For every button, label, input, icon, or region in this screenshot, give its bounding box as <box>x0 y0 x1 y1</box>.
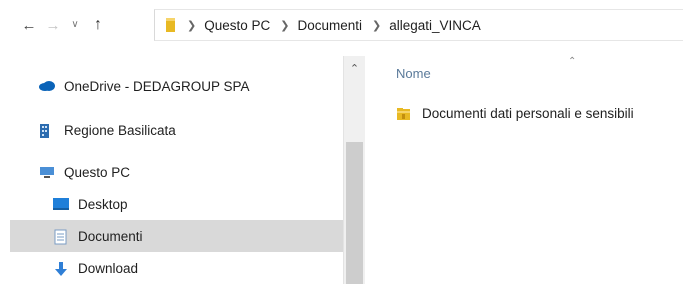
up-arrow-icon[interactable]: ↑ <box>88 14 108 36</box>
sidebar-item-label: Regione Basilicata <box>64 122 176 138</box>
folder-icon <box>165 16 177 34</box>
breadcrumb-questo-pc[interactable]: Questo PC <box>204 18 270 33</box>
chevron-right-icon: ❯ <box>372 19 382 32</box>
locked-folder-icon <box>396 106 412 120</box>
navigation-pane: OneDrive - DEDAGROUP SPA Regione Basilic… <box>0 56 343 284</box>
download-arrow-icon <box>52 261 70 276</box>
sort-ascending-icon: ⌃ <box>568 56 577 67</box>
chevron-down-icon[interactable]: ∨ <box>68 14 82 36</box>
sidebar-item-label: Download <box>78 260 139 276</box>
sidebar-item-label: Questo PC <box>64 164 131 180</box>
computer-icon <box>38 165 56 179</box>
desktop-icon <box>52 197 70 211</box>
scroll-up-arrow-icon[interactable]: ⌃ <box>344 58 365 78</box>
breadcrumb-documenti[interactable]: Documenti <box>297 18 362 33</box>
breadcrumb-allegati-vinca[interactable]: allegati_VINCA <box>389 18 481 33</box>
sidebar-scrollbar[interactable]: ⌃ <box>343 56 365 284</box>
sidebar-item-download[interactable]: Download <box>52 252 343 284</box>
sidebar-item-label: Documenti <box>78 228 143 244</box>
building-icon <box>38 123 56 138</box>
sidebar-item-label: OneDrive - DEDAGROUP SPA <box>64 78 250 94</box>
scrollbar-thumb[interactable] <box>346 142 363 284</box>
file-list-pane: ⌃ Nome Documenti dati personali e sensib… <box>365 56 683 284</box>
file-list-item[interactable]: Documenti dati personali e sensibili <box>396 102 634 124</box>
column-header-name[interactable]: Nome <box>396 66 431 81</box>
sidebar-item-questo-pc[interactable]: Questo PC <box>38 156 343 188</box>
sidebar-item-onedrive[interactable]: OneDrive - DEDAGROUP SPA <box>38 70 343 102</box>
sidebar-item-regione-basilicata[interactable]: Regione Basilicata <box>38 114 343 146</box>
address-bar: ← → ∨ ↑ ❯ Questo PC ❯ Documenti ❯ allega… <box>0 0 683 56</box>
sidebar-item-documenti[interactable]: Documenti <box>10 220 343 252</box>
sidebar-item-desktop[interactable]: Desktop <box>52 188 343 220</box>
documents-icon <box>52 229 70 245</box>
file-name: Documenti dati personali e sensibili <box>422 105 634 121</box>
chevron-right-icon: ❯ <box>187 19 197 32</box>
sidebar-item-label: Desktop <box>78 196 128 212</box>
back-arrow-icon[interactable]: ← <box>18 14 40 36</box>
forward-arrow-icon[interactable]: → <box>42 14 64 36</box>
address-path-box[interactable]: ❯ Questo PC ❯ Documenti ❯ allegati_VINCA <box>154 9 683 41</box>
onedrive-cloud-icon <box>38 79 56 93</box>
chevron-right-icon: ❯ <box>280 19 290 32</box>
